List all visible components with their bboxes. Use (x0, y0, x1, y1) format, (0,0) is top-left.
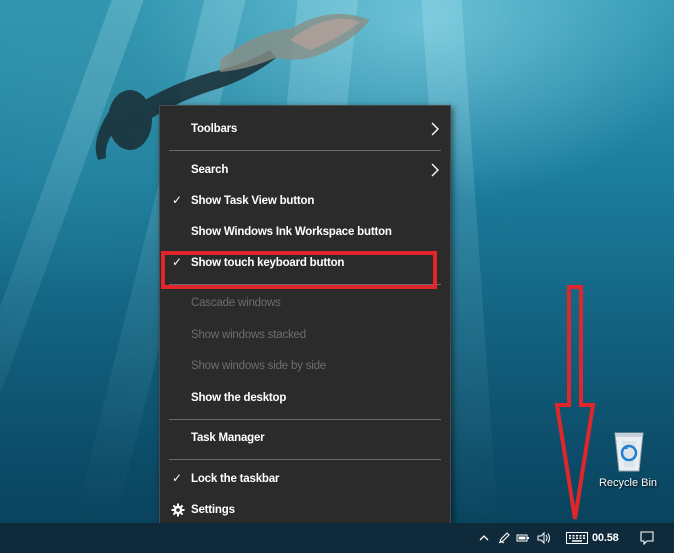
annotation-highlight-box (161, 251, 437, 289)
menu-separator (169, 150, 441, 151)
menu-item-show-windows-stacked: Show windows stacked (191, 329, 306, 341)
menu-item-show-windows-ink-workspace-button[interactable]: Show Windows Ink Workspace button (160, 217, 450, 247)
annotation-arrow (554, 285, 596, 520)
keyboard-icon (566, 532, 588, 544)
windows-ink-button[interactable] (496, 523, 512, 553)
touch-keyboard-button[interactable] (564, 523, 590, 553)
menu-item-search[interactable]: Search (160, 155, 450, 185)
menu-separator (169, 419, 441, 420)
checkmark-icon: ✓ (172, 193, 182, 207)
taskbar-context-menu: Toolbars Search ✓ Show Task View button … (159, 105, 451, 529)
menu-item-settings[interactable]: Settings (160, 495, 450, 525)
menu-item-show-windows-side-by-side: Show windows side by side (191, 360, 326, 372)
pen-icon (498, 532, 510, 544)
menu-item-show-task-view-button[interactable]: ✓ Show Task View button (160, 186, 450, 216)
chevron-right-icon (431, 122, 439, 136)
action-center-button[interactable] (636, 523, 658, 553)
menu-item-show-the-desktop[interactable]: Show the desktop (160, 383, 450, 413)
chevron-right-icon (431, 163, 439, 177)
battery-icon (516, 534, 529, 542)
battery-status[interactable] (515, 523, 531, 553)
menu-item-toolbars[interactable]: Toolbars (160, 114, 450, 144)
recycle-bin-icon (614, 432, 644, 472)
menu-separator (169, 459, 441, 460)
show-hidden-icons-button[interactable] (476, 523, 492, 553)
gear-icon (171, 503, 185, 517)
speaker-icon (537, 532, 550, 544)
volume-button[interactable] (535, 523, 553, 553)
menu-item-lock-the-taskbar[interactable]: ✓ Lock the taskbar (160, 464, 450, 494)
taskbar[interactable]: 00.58 (0, 523, 674, 553)
checkmark-icon: ✓ (172, 471, 182, 485)
chevron-up-icon (479, 535, 489, 541)
notification-icon (640, 531, 654, 545)
menu-item-task-manager[interactable]: Task Manager (160, 423, 450, 453)
menu-item-cascade-windows: Cascade windows (191, 297, 281, 309)
taskbar-clock[interactable]: 00.58 (592, 523, 619, 553)
recycle-bin-label: Recycle Bin (598, 477, 658, 489)
desktop: Recycle Bin Toolbars Search ✓ Show Task … (0, 0, 674, 553)
recycle-bin[interactable]: Recycle Bin (596, 425, 660, 495)
